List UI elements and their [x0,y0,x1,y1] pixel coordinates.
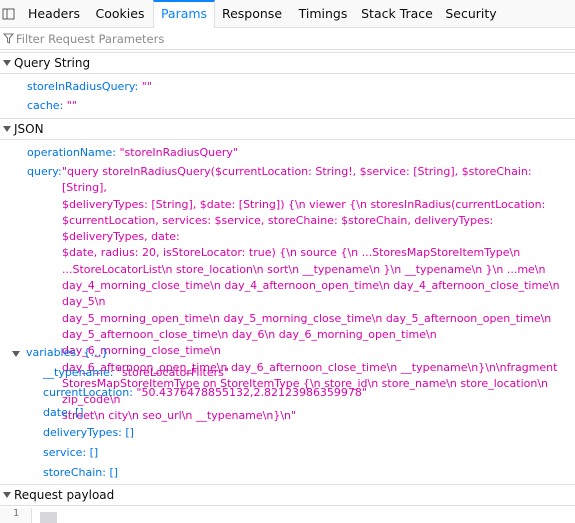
tab-response[interactable]: Response [216,0,288,28]
section-title: JSON [14,122,44,136]
section-title: Request payload [14,488,115,502]
tab-security[interactable]: Security [438,0,504,28]
details-tabbar: Headers Cookies Params Response Timings … [0,0,575,29]
query-value-line: $deliveryTypes: [String], $date: [String… [62,197,546,211]
json-key: variables: [26,346,80,359]
json-row-operation-name: operationName: "storeInRadiusQuery" [27,145,238,161]
variables-summary: {…} [83,346,109,359]
collapse-arrow-icon [3,60,11,66]
json-key: storeChain: [43,466,106,479]
json-key: service: [43,446,87,459]
param-row: storeInRadiusQuery: "" [27,79,152,95]
variable-item: storeChain: [] [43,465,118,481]
variables-row[interactable]: variables: {…} [12,345,108,361]
json-row-query-key: query: [27,164,62,180]
query-value-line: $date, radius: 20, isStoreLocator: true)… [62,246,521,260]
param-key: storeInRadiusQuery: [27,80,139,93]
json-value: [] [109,466,119,479]
editor-gutter: 1 [0,508,32,523]
collapse-arrow-icon [3,126,11,132]
collapse-arrow-icon [3,492,11,498]
filter-params-input[interactable] [16,29,556,48]
tab-cookies[interactable]: Cookies [88,0,152,28]
line-number: 1 [13,508,20,519]
section-title: Query String [14,56,91,70]
query-value-line: street\n city\n seo_url\n __typename\n}\… [62,409,297,423]
variable-item: date: [] [43,405,84,421]
query-string-header[interactable]: Query String [0,52,575,74]
variable-item: deliveryTypes: [] [43,425,134,441]
json-key: date: [43,406,72,419]
json-value: [] [75,406,84,419]
query-value-line: $currentLocation, services: $service, st… [62,213,494,244]
json-header[interactable]: JSON [0,118,575,140]
param-key: cache: [27,99,64,112]
payload-editor[interactable]: 1 [0,508,575,523]
request-payload-header[interactable]: Request payload [0,484,575,506]
sidebar-toggle-icon[interactable] [0,5,18,23]
param-value: "" [141,80,152,93]
json-value: "50.4376478855132,2.82123986359978" [136,386,367,399]
variable-item: currentLocation: "50.4376478855132,2.821… [43,385,367,401]
param-value: "" [66,99,77,112]
json-value: [] [89,446,99,459]
query-value-line: day_4_morning_close_time\n day_4_afterno… [62,279,560,309]
filter-icon [2,33,15,44]
tab-stack-trace[interactable]: Stack Trace [357,0,437,28]
json-key: currentLocation: [43,386,133,399]
json-key: operationName: [27,146,116,159]
param-row: cache: "" [27,98,77,114]
query-value-line: "query storeInRadiusQuery($currentLocati… [62,165,532,195]
expand-arrow-icon[interactable] [12,351,20,357]
variable-item: service: [] [43,445,98,461]
json-key: __typename: [43,366,114,379]
json-key: query: [27,165,62,178]
json-key: deliveryTypes: [43,426,122,439]
tab-params[interactable]: Params [153,0,215,29]
query-value-line: ...StoreLocatorList\n store_location\n s… [62,262,546,276]
variable-item: __typename: "storeLocatorFilters" [43,365,229,381]
json-value: "storeInRadiusQuery" [119,146,238,159]
json-value: [] [125,426,134,439]
query-value-line: day_5_morning_open_time\n day_5_morning_… [62,311,552,325]
query-value-line: day_5_afternoon_close_time\n day_6\n day… [62,327,437,358]
tab-timings[interactable]: Timings [290,0,356,28]
tab-headers[interactable]: Headers [20,0,88,28]
editor-scrollbar-thumb[interactable] [40,512,57,523]
filter-bar [0,28,575,50]
json-value: "storeLocatorFilters" [116,366,229,379]
